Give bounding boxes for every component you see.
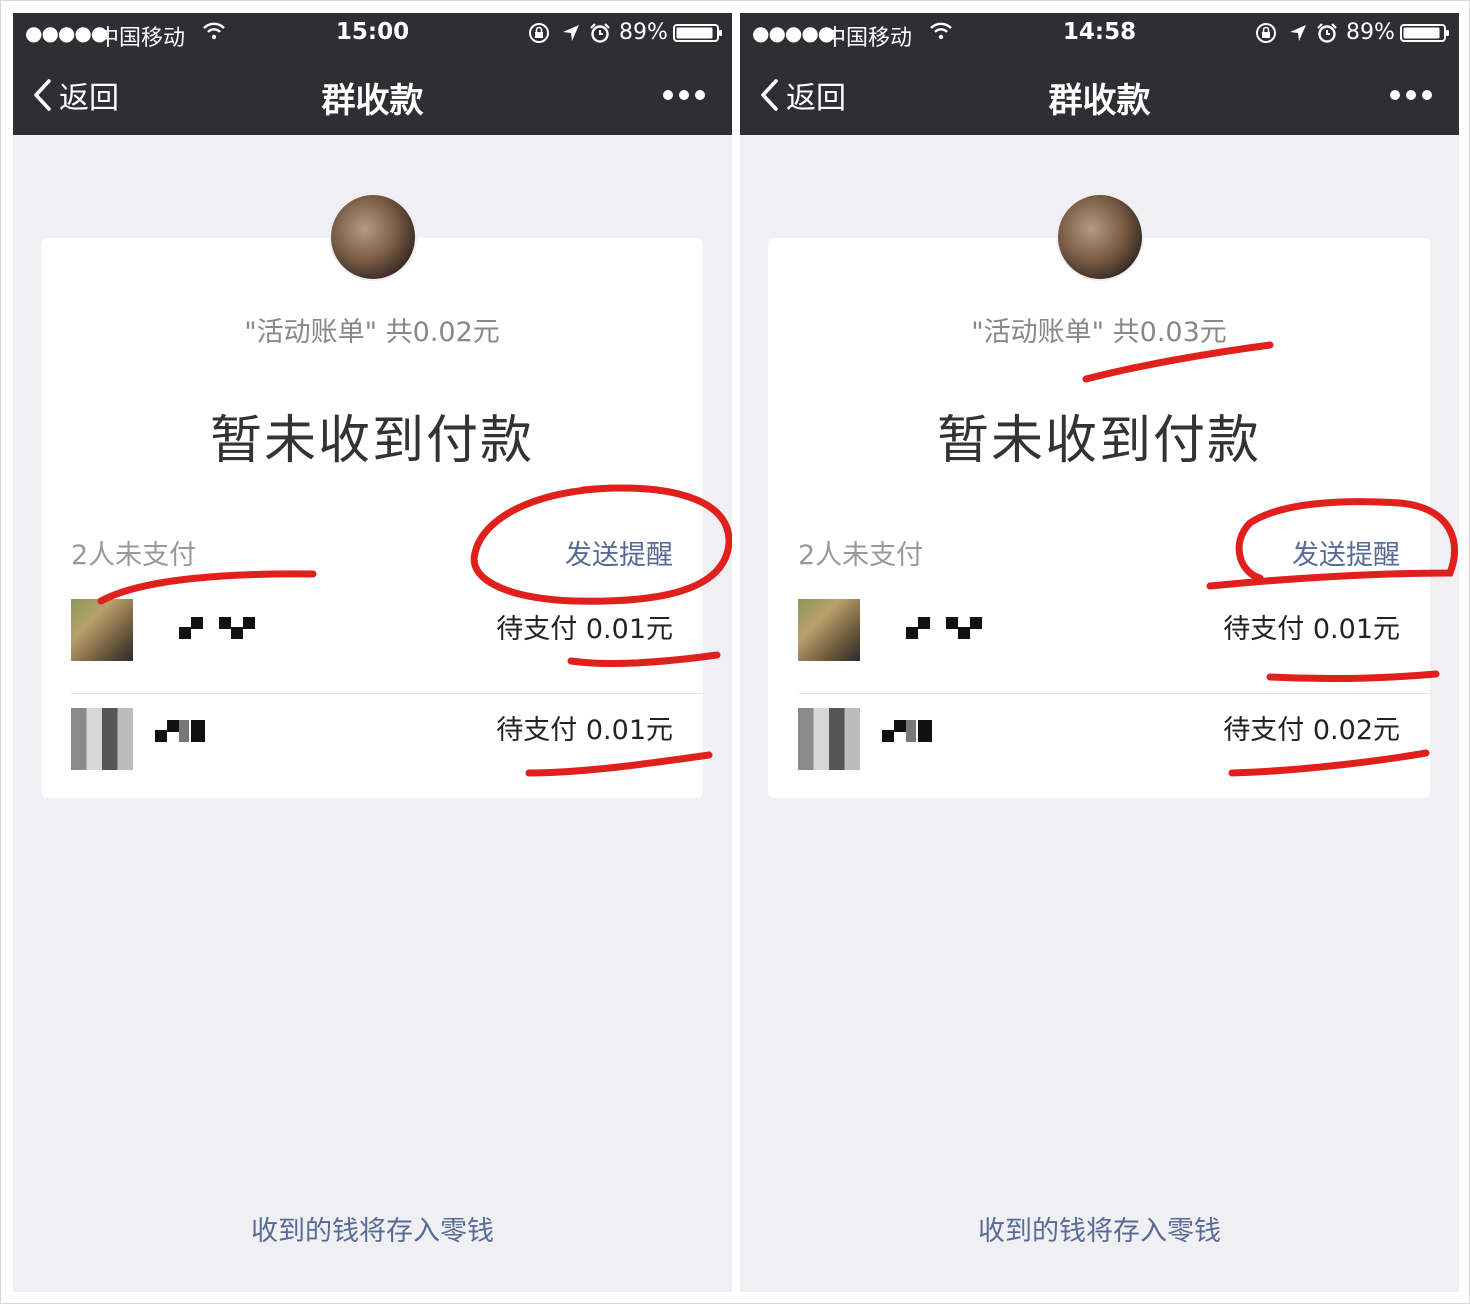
member-avatar — [798, 599, 860, 661]
member-amount-due: 待支付 0.01元 — [496, 715, 673, 746]
member-name-redacted — [179, 617, 255, 639]
member-amount-due: 待支付 0.01元 — [1223, 614, 1400, 645]
battery-icon — [1400, 24, 1449, 42]
payment-status-headline: 暂未收到付款 — [209, 411, 534, 471]
location-arrow-icon — [563, 25, 579, 41]
member-row[interactable]: 待支付 0.01元 — [71, 593, 703, 693]
payment-card: "活动账单" 共0.03元 暂未收到付款 2人未支付 发送提醒 待支付 0.01… — [768, 238, 1430, 798]
wallet-info-link[interactable]: 收到的钱将存入零钱 — [13, 1209, 732, 1248]
back-label: 返回 — [786, 81, 846, 116]
member-row[interactable]: 待支付 0.01元 — [71, 693, 703, 793]
phone-screen-left: ●●●●● 中国移动 15:00 89% 返回 群收款 "活动账单" 共0.02… — [13, 13, 732, 1292]
send-reminder-button[interactable]: 发送提醒 — [565, 533, 673, 572]
chevron-left-icon — [34, 79, 51, 111]
location-arrow-icon — [1290, 25, 1306, 41]
member-avatar — [71, 599, 133, 661]
back-button[interactable]: 返回 — [31, 75, 119, 116]
alarm-clock-icon — [590, 23, 610, 43]
top-bar: ●●●●● 中国移动 14:58 89% 返回 群收款 — [740, 13, 1459, 135]
comparison-frame: ●●●●● 中国移动 15:00 89% 返回 群收款 "活动账单" 共0.02… — [0, 0, 1470, 1304]
unpaid-count-label: 2人未支付 — [798, 540, 924, 571]
member-avatar — [71, 708, 133, 770]
wallet-info-link[interactable]: 收到的钱将存入零钱 — [740, 1209, 1459, 1248]
payee-avatar — [1056, 193, 1144, 281]
member-row[interactable]: 待支付 0.01元 — [798, 593, 1430, 693]
alarm-clock-icon — [1317, 23, 1337, 43]
member-avatar — [798, 708, 860, 770]
member-amount-due: 待支付 0.02元 — [1223, 715, 1400, 746]
back-label: 返回 — [59, 81, 119, 116]
top-bar: ●●●●● 中国移动 15:00 89% 返回 群收款 — [13, 13, 732, 135]
more-options-icon[interactable] — [1387, 83, 1435, 107]
rotation-lock-icon — [1256, 23, 1276, 43]
unpaid-count-label: 2人未支付 — [71, 540, 197, 571]
status-bar: ●●●●● 中国移动 15:00 89% — [13, 13, 732, 53]
payee-avatar — [329, 193, 417, 281]
back-button[interactable]: 返回 — [758, 75, 846, 116]
battery-percent: 89% — [1346, 20, 1395, 45]
member-name-redacted — [882, 720, 932, 742]
battery-percent: 89% — [619, 20, 668, 45]
member-amount-due: 待支付 0.01元 — [496, 614, 673, 645]
bill-title: "活动账单" 共0.03元 — [971, 317, 1227, 348]
payment-status-headline: 暂未收到付款 — [936, 411, 1261, 471]
bill-title: "活动账单" 共0.02元 — [244, 317, 500, 348]
phone-screen-right: ●●●●● 中国移动 14:58 89% 返回 群收款 "活动账单" 共0.03… — [740, 13, 1459, 1292]
more-options-icon[interactable] — [660, 83, 708, 107]
status-bar: ●●●●● 中国移动 14:58 89% — [740, 13, 1459, 53]
chevron-left-icon — [761, 79, 778, 111]
send-reminder-button[interactable]: 发送提醒 — [1292, 533, 1400, 572]
payment-card: "活动账单" 共0.02元 暂未收到付款 2人未支付 发送提醒 待支付 0.01… — [41, 238, 703, 798]
battery-icon — [673, 24, 722, 42]
rotation-lock-icon — [529, 23, 549, 43]
member-name-redacted — [906, 617, 982, 639]
member-row[interactable]: 待支付 0.02元 — [798, 693, 1430, 793]
member-name-redacted — [155, 720, 205, 742]
page-title: 群收款 — [321, 81, 424, 121]
page-title: 群收款 — [1048, 81, 1151, 121]
